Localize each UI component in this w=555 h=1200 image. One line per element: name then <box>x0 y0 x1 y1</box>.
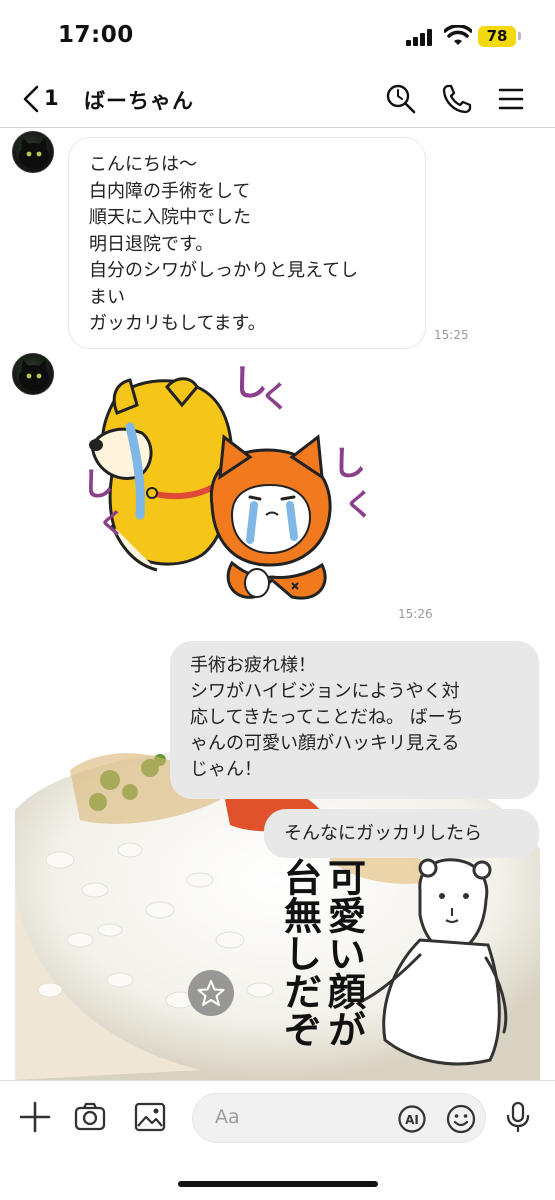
hamburger-menu-icon[interactable] <box>494 82 528 116</box>
wifi-icon <box>444 25 472 45</box>
message-line: 明日退院です。 <box>89 233 214 255</box>
crying-shiba-and-cat-sticker[interactable]: し く し く し く <box>82 365 382 615</box>
outgoing-message-bubble[interactable]: そんなにガッカリしたら <box>264 809 539 858</box>
star-icon <box>197 980 225 1006</box>
sticker-text: く <box>344 488 374 523</box>
chevron-left-icon <box>23 85 39 113</box>
message-text-field[interactable]: Aa AI <box>192 1093 486 1143</box>
black-cat-avatar-icon <box>19 138 49 169</box>
message-line: まい <box>89 286 125 308</box>
status-time: 17:00 <box>58 22 134 48</box>
message-line: こんにちは〜 <box>89 154 197 175</box>
search-icon[interactable] <box>384 82 418 116</box>
chat-title: ばーちゃん <box>84 89 194 113</box>
phone-icon[interactable] <box>440 82 474 116</box>
message-line: ゃんの可愛い顔がハッキリ見える <box>190 733 460 754</box>
sticker-text: 可愛い顔が <box>322 858 367 1048</box>
plus-icon[interactable] <box>17 1099 53 1135</box>
sticker-text: 台無しだぞ <box>278 858 323 1048</box>
ai-label: AI <box>405 1113 419 1127</box>
image-icon[interactable] <box>132 1099 168 1135</box>
incoming-message-bubble[interactable]: こんにちは〜 白内障の手術をして 順天に入院中でした 明日退院です。 自分のシワ… <box>68 137 426 349</box>
chat-header: 1 ばーちゃん <box>0 70 555 128</box>
sticker-text: く <box>98 507 126 540</box>
message-timestamp: 15:25 <box>434 328 469 342</box>
battery-level: 78 <box>478 26 516 47</box>
battery-nub <box>518 32 521 40</box>
black-cat-avatar-icon <box>19 360 49 391</box>
message-line: 自分のシワがしっかりと見えてし <box>89 260 359 281</box>
message-line: シワがハイビジョンにようやく対 <box>190 681 460 702</box>
message-line: ガッカリもしてます。 <box>89 313 266 334</box>
home-indicator[interactable] <box>178 1181 378 1187</box>
emoji-icon[interactable] <box>445 1103 477 1135</box>
mic-icon[interactable] <box>500 1099 536 1135</box>
sticker-text: し <box>332 444 366 484</box>
message-line: 手術お疲れ様！ <box>190 655 316 676</box>
favorite-sticker-button[interactable] <box>188 970 234 1016</box>
chat-messages[interactable]: こんにちは〜 白内障の手術をして 順天に入院中でした 明日退院です。 自分のシワ… <box>0 129 555 1080</box>
message-line: じゃん！ <box>190 759 262 780</box>
message-timestamp: 15:26 <box>398 607 433 621</box>
status-bar: 17:00 78 <box>0 0 555 70</box>
message-line: 順天に入院中でした <box>89 207 251 228</box>
contact-avatar[interactable] <box>12 131 54 173</box>
unread-count: 1 <box>44 86 59 110</box>
outgoing-message-bubble[interactable]: 手術お疲れ様！ シワがハイビジョンにようやく対 応してきたってことだね。 ばーち… <box>170 641 539 799</box>
cellular-signal-icon <box>406 28 436 46</box>
back-button[interactable] <box>18 80 68 118</box>
sticker-text: し <box>82 465 114 503</box>
message-line: 応してきたってことだね。 ばーち <box>190 707 464 728</box>
contact-avatar[interactable] <box>12 353 54 395</box>
message-line: 白内障の手術をして <box>89 180 251 202</box>
message-placeholder: Aa <box>215 1106 240 1128</box>
sticker-text: く <box>260 380 290 415</box>
message-line: そんなにガッカリしたら <box>284 823 482 844</box>
ai-icon[interactable]: AI <box>397 1104 427 1134</box>
camera-icon[interactable] <box>72 1099 108 1135</box>
